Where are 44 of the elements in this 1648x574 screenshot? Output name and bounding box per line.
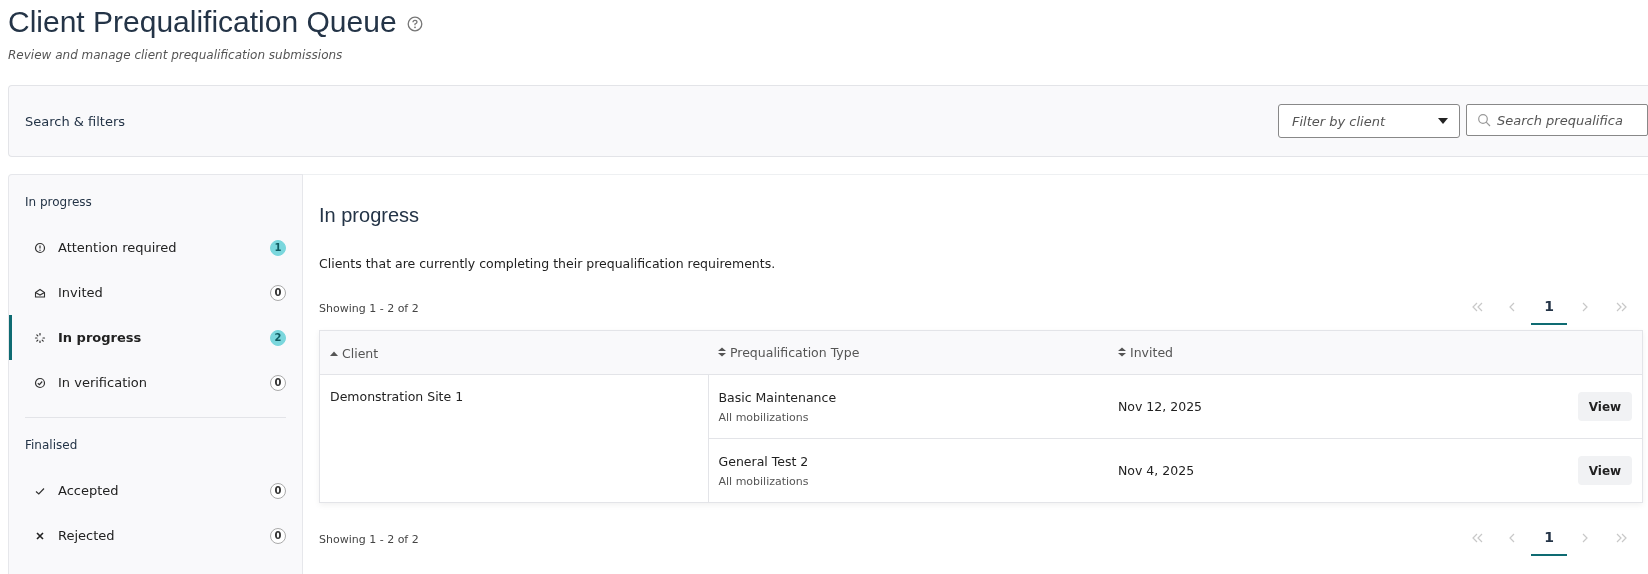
result-count: Showing 1 - 2 of 2	[319, 532, 419, 546]
count-badge: 2	[270, 329, 286, 346]
sidebar-heading: Finalised	[24, 437, 79, 454]
spinner-icon	[34, 331, 46, 344]
page-button[interactable]: 1	[1531, 289, 1567, 325]
client-filter-dropdown[interactable]: Filter by client	[1278, 104, 1460, 138]
view-button[interactable]: View	[1578, 392, 1632, 421]
column-header[interactable]: Invited	[1108, 330, 1420, 375]
invited-date: Nov 4, 2025	[1118, 463, 1195, 478]
count-badge: 0	[270, 527, 286, 544]
count-badge: 0	[270, 482, 286, 499]
sidebar-item[interactable]: Invited 0	[9, 270, 302, 315]
sidebar-item[interactable]: Rejected 0	[9, 513, 302, 558]
section-description: Clients that are currently completing their prequalification requirements.	[319, 256, 777, 272]
type-scope: All mobilizations	[718, 410, 810, 424]
check-circle-icon	[34, 376, 46, 389]
count-badge: 1	[270, 239, 286, 256]
sidebar-item[interactable]: Attention required 1	[9, 225, 302, 270]
invited-date: Nov 12, 2025	[1118, 399, 1203, 414]
count-badge: 0	[270, 284, 286, 301]
page-title: Client Prequalification Queue	[8, 4, 397, 40]
type-name: General Test 2	[718, 453, 810, 469]
type-name: Basic Maintenance	[718, 389, 838, 405]
client-name: Demonstration Site 1	[330, 389, 464, 404]
column-header[interactable]: Prequalification Type	[708, 330, 1108, 375]
type-scope: All mobilizations	[718, 474, 810, 488]
close-icon	[34, 529, 46, 542]
page-subtitle: Review and manage client prequalification submissions	[8, 47, 344, 63]
help-icon	[406, 16, 423, 32]
sidebar-item[interactable]: Accepted 0	[9, 468, 302, 513]
section-heading: In progress	[319, 203, 421, 228]
envelope-icon	[34, 286, 46, 299]
column-header[interactable]: Client	[319, 330, 708, 375]
alert-icon	[34, 241, 46, 254]
search-field[interactable]: Search prequalifica	[1466, 104, 1648, 136]
caret-icon	[1438, 118, 1448, 124]
sidebar-item[interactable]: In verification 0	[9, 360, 302, 405]
view-button[interactable]: View	[1578, 456, 1632, 485]
result-count: Showing 1 - 2 of 2	[319, 301, 419, 315]
page-button[interactable]: 1	[1531, 520, 1567, 556]
filter-label: Search & filters	[25, 113, 126, 129]
sidebar-heading: In progress	[24, 194, 93, 211]
count-badge: 0	[270, 374, 286, 391]
search-icon	[1477, 113, 1491, 127]
